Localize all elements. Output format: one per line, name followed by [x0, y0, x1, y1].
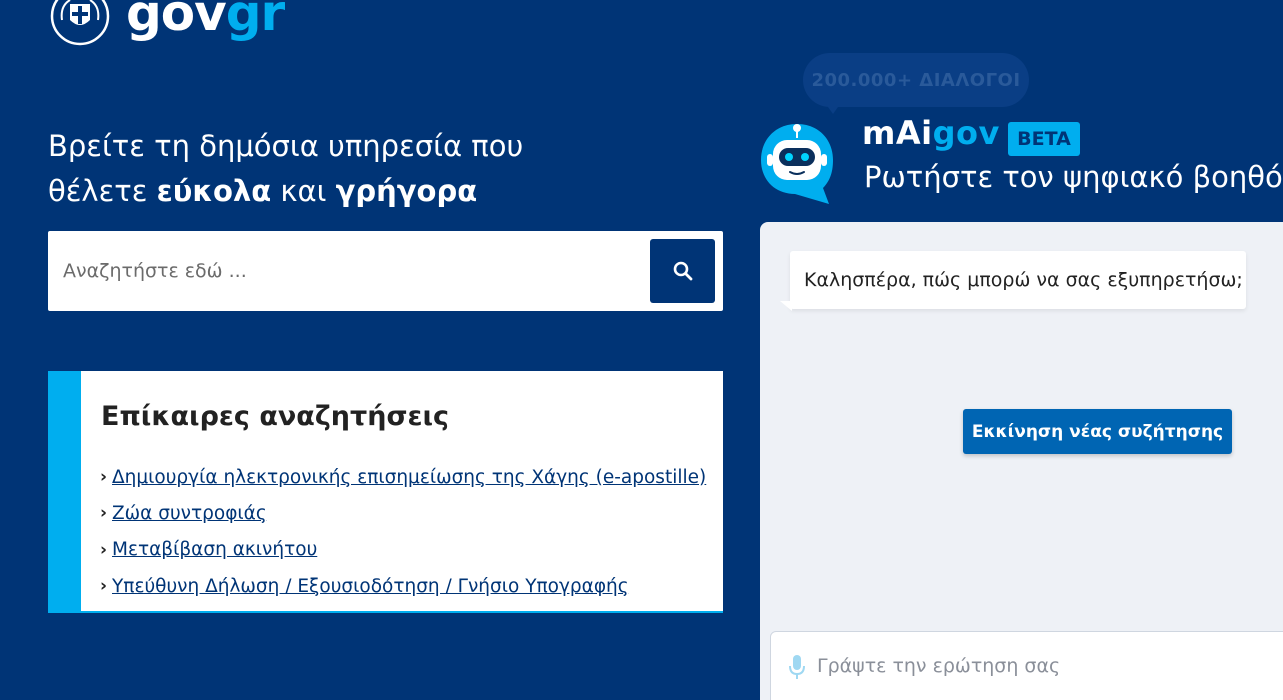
- dialogues-count-badge: 200.000+ ΔΙΑΛΟΓΟΙ: [803, 53, 1029, 107]
- hero-title: Βρείτε τη δημόσια υπηρεσία που θέλετε εύ…: [48, 124, 648, 214]
- wordmark-gr: gr: [225, 0, 285, 42]
- beta-badge: BETA: [1008, 122, 1080, 156]
- chevron-right-icon: ›: [100, 467, 108, 488]
- chevron-right-icon: ›: [100, 539, 108, 560]
- trending-link-property-transfer[interactable]: Μεταβίβαση ακινήτου: [112, 539, 317, 560]
- trending-title: Επίκαιρες αναζητήσεις: [101, 401, 450, 432]
- trending-link-solemn-declaration[interactable]: Υπεύθυνη Δήλωση / Εξουσιοδότηση / Γνήσιο…: [112, 576, 629, 597]
- hero-bold-easy: εύκολα: [156, 174, 272, 208]
- hero-line-1: Βρείτε τη δημόσια υπηρεσία που: [48, 129, 524, 163]
- trending-searches-panel: Επίκαιρες αναζητήσεις › Δημιουργία ηλεκτ…: [48, 371, 723, 613]
- list-item: › Υπεύθυνη Δήλωση / Εξουσιοδότηση / Γνήσ…: [100, 568, 706, 604]
- chatbot-name-suffix: gov: [932, 114, 1000, 152]
- chatbot-name: mAigov: [862, 114, 1000, 152]
- search-input[interactable]: [48, 231, 648, 311]
- message-bubble-tail: [780, 301, 792, 311]
- govgr-wordmark: govgr: [126, 0, 285, 42]
- search-box: [48, 231, 723, 311]
- robot-assistant-icon: [761, 124, 833, 204]
- chatbot-subtitle: Ρωτήστε τον ψηφιακό βοηθό: [864, 160, 1283, 194]
- wordmark-gov: gov: [126, 0, 227, 42]
- chat-input-box: [770, 631, 1283, 700]
- microphone-icon[interactable]: [789, 655, 805, 679]
- new-chat-button[interactable]: Εκκίνηση νέας συζήτησης: [963, 409, 1232, 454]
- chatbot-name-prefix: mAi: [862, 114, 933, 152]
- trending-link-e-apostille[interactable]: Δημιουργία ηλεκτρονικής επισημείωσης της…: [112, 467, 706, 488]
- hero-bold-fast: γρήγορα: [335, 174, 478, 208]
- list-item: › Δημιουργία ηλεκτρονικής επισημείωσης τ…: [100, 459, 706, 495]
- trending-list: › Δημιουργία ηλεκτρονικής επισημείωσης τ…: [100, 459, 706, 604]
- list-item: › Ζώα συντροφιάς: [100, 495, 706, 531]
- greek-coat-of-arms-icon: [50, 0, 110, 46]
- bot-greeting-message: Καλησπέρα, πώς μπορώ να σας εξυπηρετήσω;: [790, 251, 1246, 309]
- trending-link-pets[interactable]: Ζώα συντροφιάς: [112, 503, 267, 524]
- chevron-right-icon: ›: [100, 576, 108, 597]
- search-icon: [673, 261, 692, 281]
- govgr-logo[interactable]: govgr: [50, 0, 285, 46]
- chat-question-input[interactable]: [815, 648, 1255, 684]
- hero-line-2-prefix: θέλετε: [48, 174, 157, 208]
- trending-accent-bar: [48, 371, 81, 611]
- search-button[interactable]: [650, 239, 715, 303]
- hero-line-2-mid: και: [271, 174, 336, 208]
- chevron-right-icon: ›: [100, 503, 108, 524]
- page: govgr Βρείτε τη δημόσια υπηρεσία που θέλ…: [0, 0, 1283, 700]
- dialogues-badge-tail: [823, 100, 843, 114]
- list-item: › Μεταβίβαση ακινήτου: [100, 532, 706, 568]
